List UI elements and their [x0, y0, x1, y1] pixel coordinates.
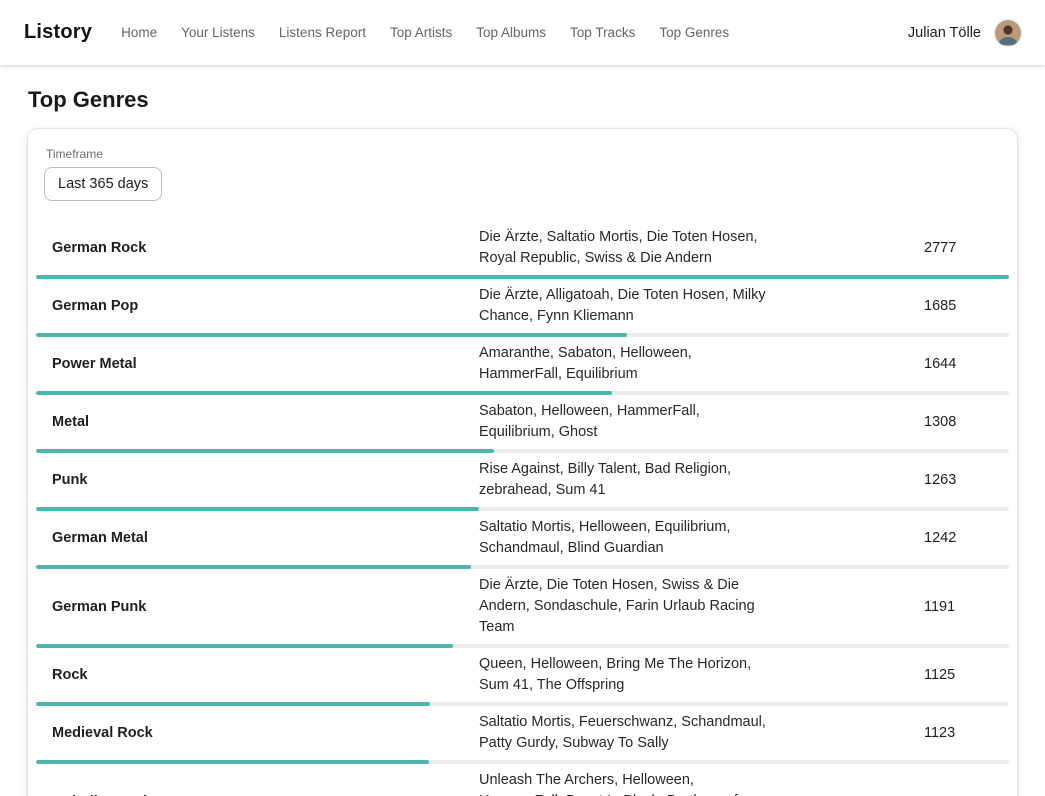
nav-links: HomeYour ListensListens ReportTop Artist… — [110, 17, 908, 48]
page-title: Top Genres — [28, 87, 1017, 113]
genre-listen-count: 1123 — [924, 725, 1009, 741]
genre-row: Medieval RockSaltatio Mortis, Feuerschwa… — [36, 706, 1009, 764]
genre-row: PunkRise Against, Billy Talent, Bad Reli… — [36, 453, 1009, 511]
genre-name: German Rock — [36, 234, 463, 262]
genre-listen-count: 1644 — [924, 356, 1009, 372]
genre-listen-count: 1191 — [924, 599, 1009, 615]
genre-listen-count: 1263 — [924, 472, 1009, 488]
genre-top-artists: Amaranthe, Sabaton, Helloween, HammerFal… — [463, 337, 793, 391]
genre-top-artists: Die Ärzte, Alligatoah, Die Toten Hosen, … — [463, 279, 793, 333]
genre-name: Rock — [36, 661, 463, 689]
genre-listen-count: 1242 — [924, 530, 1009, 546]
user-avatar[interactable] — [995, 20, 1021, 46]
genre-row: German PunkDie Ärzte, Die Toten Hosen, S… — [36, 569, 1009, 648]
user-name[interactable]: Julian Tölle — [908, 25, 981, 41]
timeframe-control: Timeframe Last 365 days — [36, 147, 1009, 201]
genre-row: German PopDie Ärzte, Alligatoah, Die Tot… — [36, 279, 1009, 337]
timeframe-label: Timeframe — [46, 147, 1001, 161]
genre-name: Power Metal — [36, 350, 463, 378]
genre-row: Melodic MetalUnleash The Archers, Hellow… — [36, 764, 1009, 796]
user-menu[interactable]: Julian Tölle — [908, 20, 1021, 46]
nav-link-your-listens[interactable]: Your Listens — [170, 17, 266, 48]
genre-name: German Metal — [36, 524, 463, 552]
genre-listen-count: 1685 — [924, 298, 1009, 314]
genre-table: German RockDie Ärzte, Saltatio Mortis, D… — [36, 221, 1009, 796]
genre-name: Medieval Rock — [36, 719, 463, 747]
genre-top-artists: Unleash The Archers, Helloween, HammerFa… — [463, 764, 793, 796]
genre-name: Metal — [36, 408, 463, 436]
genre-top-artists: Die Ärzte, Die Toten Hosen, Swiss & Die … — [463, 569, 793, 644]
genre-name: German Pop — [36, 292, 463, 320]
genre-top-artists: Saltatio Mortis, Helloween, Equilibrium,… — [463, 511, 793, 565]
timeframe-select[interactable]: Last 365 days — [44, 167, 162, 201]
genre-top-artists: Sabaton, Helloween, HammerFall, Equilibr… — [463, 395, 793, 449]
genre-listen-count: 1308 — [924, 414, 1009, 430]
nav-link-top-artists[interactable]: Top Artists — [379, 17, 463, 48]
genre-top-artists: Rise Against, Billy Talent, Bad Religion… — [463, 453, 793, 507]
genre-top-artists: Saltatio Mortis, Feuerschwanz, Schandmau… — [463, 706, 793, 760]
genre-listen-count: 1125 — [924, 667, 1009, 683]
nav-link-top-tracks[interactable]: Top Tracks — [559, 17, 646, 48]
genre-row: Power MetalAmaranthe, Sabaton, Helloween… — [36, 337, 1009, 395]
app-logo[interactable]: Listory — [24, 21, 92, 44]
main-content: Top Genres Timeframe Last 365 days Germa… — [0, 65, 1045, 796]
genre-name: German Punk — [36, 593, 463, 621]
top-genres-card: Timeframe Last 365 days German RockDie Ä… — [28, 129, 1017, 796]
genre-row: RockQueen, Helloween, Bring Me The Horiz… — [36, 648, 1009, 706]
genre-row: German RockDie Ärzte, Saltatio Mortis, D… — [36, 221, 1009, 279]
genre-listen-count: 2777 — [924, 240, 1009, 256]
genre-row: MetalSabaton, Helloween, HammerFall, Equ… — [36, 395, 1009, 453]
genre-name: Melodic Metal — [36, 788, 463, 796]
nav-link-home[interactable]: Home — [110, 17, 168, 48]
genre-top-artists: Die Ärzte, Saltatio Mortis, Die Toten Ho… — [463, 221, 793, 275]
genre-name: Punk — [36, 466, 463, 494]
navbar: Listory HomeYour ListensListens ReportTo… — [0, 0, 1045, 65]
genre-row: German MetalSaltatio Mortis, Helloween, … — [36, 511, 1009, 569]
avatar-image — [995, 20, 1021, 46]
nav-link-listens-report[interactable]: Listens Report — [268, 17, 377, 48]
nav-link-top-albums[interactable]: Top Albums — [465, 17, 557, 48]
genre-top-artists: Queen, Helloween, Bring Me The Horizon, … — [463, 648, 793, 702]
nav-link-top-genres[interactable]: Top Genres — [648, 17, 740, 48]
